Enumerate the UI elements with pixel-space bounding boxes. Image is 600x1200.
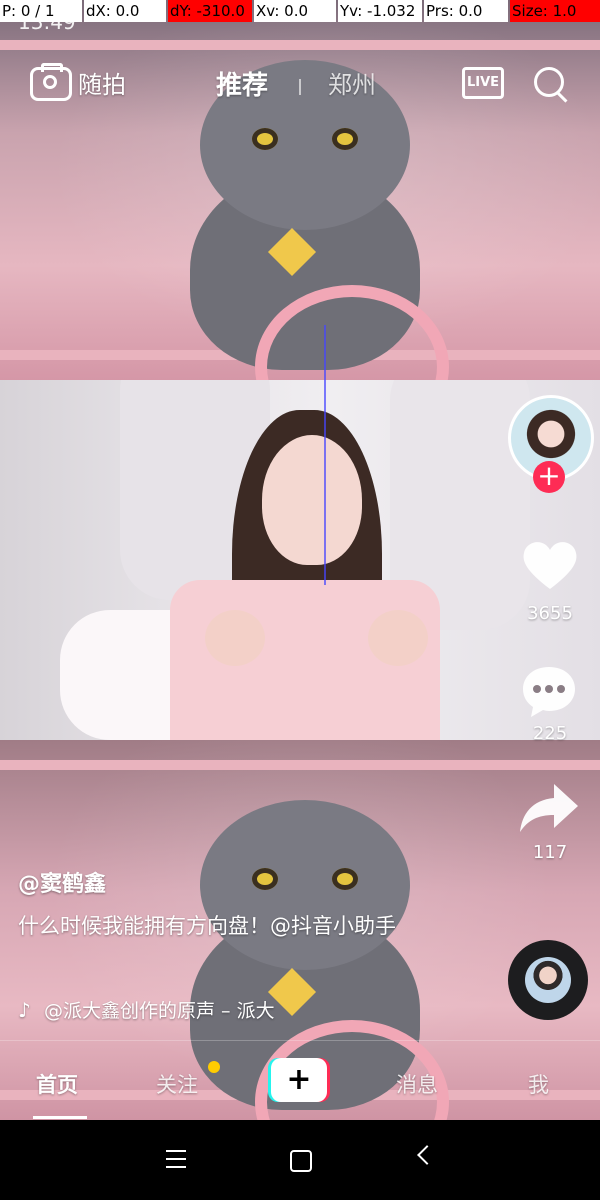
like-count: 3655	[527, 603, 573, 624]
creator-username[interactable]: @窦鹤鑫	[18, 866, 106, 898]
back-icon[interactable]	[417, 1145, 437, 1165]
fist-left	[205, 610, 265, 666]
notification-dot	[208, 1061, 220, 1073]
share-icon[interactable]	[518, 780, 580, 836]
tab-recommend[interactable]: 推荐	[216, 65, 268, 102]
touch-size: Size: 1.0	[510, 0, 600, 22]
music-title: @派大鑫创作的原声 – 派大	[44, 1000, 275, 1022]
music-info[interactable]: ♪ @派大鑫创作的原声 – 派大	[18, 996, 275, 1023]
fist-right	[368, 610, 428, 666]
pressure: Prs: 0.0	[424, 0, 508, 22]
comment-icon[interactable]	[519, 661, 579, 721]
cat-eye-left	[252, 868, 278, 890]
video-feed[interactable]	[0, 0, 600, 1120]
create-button[interactable]: +	[268, 1058, 330, 1102]
active-tab-indicator	[33, 1116, 87, 1119]
tab-home[interactable]: 首页	[36, 1069, 78, 1099]
cat-head	[200, 800, 410, 970]
cat-eye-right	[332, 128, 358, 150]
nav-divider	[299, 79, 301, 95]
cat-eye-right	[332, 868, 358, 890]
comment-count: 225	[532, 723, 568, 744]
face	[262, 435, 362, 565]
plus-icon: +	[271, 1058, 327, 1102]
tab-following[interactable]: 关注	[156, 1069, 198, 1099]
share-count: 117	[532, 842, 568, 863]
menu-icon[interactable]	[166, 1150, 186, 1168]
nav-camera-label[interactable]: 随拍	[78, 65, 126, 100]
pointer-debug-bar: P: 0 / 1 dX: 0.0 dY: -310.0 Xv: 0.0 Yv: …	[0, 0, 600, 22]
pointer-count: P: 0 / 1	[0, 0, 82, 22]
tab-me[interactable]: 我	[528, 1069, 549, 1099]
tab-messages[interactable]: 消息	[396, 1069, 438, 1099]
music-disc[interactable]	[508, 940, 588, 1020]
live-icon[interactable]: LIVE	[462, 67, 504, 99]
velocity-x: Xv: 0.0	[254, 0, 336, 22]
system-nav-bar	[0, 1120, 600, 1200]
touch-trace-line	[324, 325, 326, 585]
velocity-y: Yv: -1.032	[338, 0, 422, 22]
follow-plus-button[interactable]: +	[533, 461, 565, 493]
delta-y: dY: -310.0	[168, 0, 252, 22]
music-note-icon: ♪	[18, 998, 31, 1022]
heart-icon[interactable]	[520, 535, 580, 595]
search-icon[interactable]	[534, 67, 564, 97]
top-nav: 随拍 推荐 郑州 LIVE	[0, 55, 600, 115]
delta-x: dX: 0.0	[84, 0, 166, 22]
cat-eye-left	[252, 128, 278, 150]
tab-city[interactable]: 郑州	[328, 65, 376, 100]
camera-icon[interactable]	[30, 63, 72, 101]
video-caption[interactable]: 什么时候我能拥有方向盘！@抖音小助手	[18, 910, 458, 942]
home-icon[interactable]	[290, 1150, 312, 1172]
